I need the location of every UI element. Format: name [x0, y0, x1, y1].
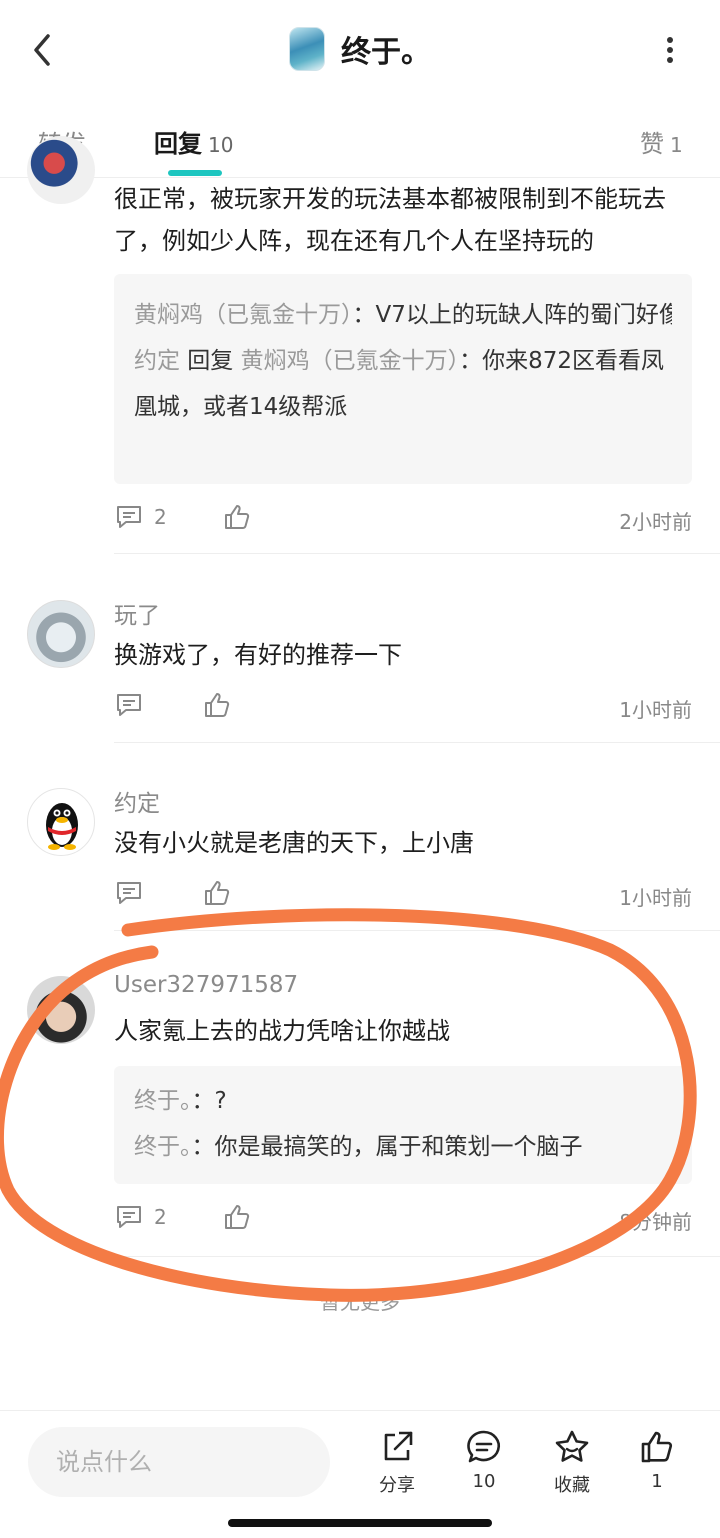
reply-text: ：你是最搞笑的，属于和策划一个脑子 — [191, 1134, 583, 1160]
comment-text: 很正常，被玩家开发的玩法基本都被限制到不能玩去了，例如少人阵，现在还有几个人在坚… — [114, 185, 666, 255]
comment-item: 玩了 换游戏了，有好的推荐一下 1小时前 — [0, 590, 720, 740]
thumbs-up-icon — [205, 693, 230, 717]
reply-button[interactable]: 2 — [114, 502, 167, 532]
reply-count: 2 — [154, 1205, 167, 1229]
comment-time: 2小时前 — [619, 510, 692, 534]
reply-to-label: 回复 — [180, 348, 241, 374]
tab-reply-label: 回复 — [154, 130, 202, 158]
reply-button[interactable]: 2 — [114, 1202, 167, 1232]
comment-actions: 2 2小时前 — [114, 502, 692, 538]
like-button[interactable] — [202, 690, 232, 724]
thumbs-up-icon — [225, 1205, 250, 1229]
no-more-label: 暂无更多 — [320, 1290, 400, 1314]
collect-label: 收藏 — [554, 1475, 590, 1496]
comment-item: 很正常，被玩家开发的玩法基本都被限制到不能玩去了，例如少人阵，现在还有几个人在坚… — [0, 136, 720, 554]
comment-time: 8分钟前 — [619, 1210, 692, 1234]
divider — [114, 742, 720, 743]
comment-username[interactable]: User327971587 — [114, 972, 298, 998]
like-post-button[interactable]: 1 — [622, 1429, 692, 1492]
share-button[interactable]: 分享 — [362, 1429, 432, 1497]
reply-text: ：? — [191, 1088, 227, 1114]
tab-reply[interactable]: 回复 10 — [154, 124, 233, 159]
more-vertical-icon[interactable] — [658, 32, 682, 68]
comment-actions: 1小时前 — [114, 690, 692, 726]
home-indicator[interactable] — [228, 1519, 492, 1527]
comments-button[interactable]: 10 — [449, 1429, 519, 1492]
reply-preview-line: 约定 回复 黄焖鸡（已氪金十万）：你来872区看看凤凰城，或者14级帮派 — [134, 338, 672, 430]
reply-author: 黄焖鸡（已氪金十万） — [134, 302, 353, 328]
comment-item: 约定 没有小火就是老唐的天下，上小唐 1小时前 — [0, 778, 720, 928]
comment-actions: 2 8分钟前 — [114, 1202, 692, 1238]
title-bar: 终于。 — [0, 24, 720, 74]
reply-preview-line: 黄焖鸡（已氪金十万）：V7以上的玩缺人阵的蜀门好像看不到了，毕竟充了钱，不能影响… — [134, 292, 672, 338]
reply-preview-line: 终于。：? — [134, 1078, 672, 1124]
divider — [114, 930, 720, 931]
tab-like-label: 赞 — [640, 130, 664, 158]
tab-reply-count: 10 — [208, 133, 234, 157]
thumbs-up-icon — [205, 881, 230, 905]
comment-icon — [117, 694, 141, 716]
reply-preview-box[interactable]: 终于。：? 终于。：你是最搞笑的，属于和策划一个脑子 — [114, 1066, 692, 1184]
tab-bar: 转发 回复10 赞1 — [0, 100, 720, 178]
top-header: 终于。 — [0, 0, 720, 100]
comment-icon — [117, 882, 141, 904]
avatar[interactable] — [27, 788, 95, 856]
thumbs-up-icon — [225, 505, 250, 529]
collect-button[interactable]: 收藏 — [537, 1429, 607, 1497]
reply-preview-box[interactable]: 黄焖鸡（已氪金十万）：V7以上的玩缺人阵的蜀门好像看不到了，毕竟充了钱，不能影响… — [114, 274, 692, 484]
chat-bubble-icon — [467, 1430, 500, 1463]
comment-time: 1小时前 — [619, 698, 692, 722]
avatar[interactable] — [27, 600, 95, 668]
like-button[interactable] — [222, 1202, 252, 1236]
comment-input[interactable]: 说点什么 — [28, 1427, 330, 1497]
like-button[interactable] — [202, 878, 232, 912]
tab-like[interactable]: 赞1 — [640, 124, 683, 159]
active-tab-indicator — [168, 170, 222, 176]
penguin-icon — [46, 803, 78, 850]
reply-author: 终于。 — [134, 1134, 192, 1160]
reply-text: ：V7以上的玩缺人阵的蜀门好像看不到了，毕竟充了钱，不能影响游戏… — [352, 302, 673, 328]
comment-time: 1小时前 — [619, 886, 692, 910]
reply-button[interactable] — [114, 878, 144, 908]
divider — [114, 1256, 720, 1257]
reply-count: 2 — [154, 505, 167, 529]
comment-item: User327971587 人家氪上去的战力凭啥让你越战 终于。：? 终于。：你… — [0, 966, 720, 1256]
page-title: 终于。 — [341, 35, 431, 70]
comment-text: 没有小火就是老唐的天下，上小唐 — [114, 829, 474, 857]
share-label: 分享 — [379, 1475, 415, 1496]
reply-author: 终于。 — [134, 1088, 192, 1114]
reply-target: 黄焖鸡（已氪金十万） — [240, 348, 460, 374]
reply-author: 约定 — [134, 348, 180, 374]
like-button[interactable] — [222, 502, 252, 536]
reply-preview-line: 终于。：你是最搞笑的，属于和策划一个脑子 — [134, 1124, 672, 1170]
user-avatar[interactable] — [289, 27, 325, 71]
divider — [114, 553, 720, 554]
avatar[interactable] — [27, 976, 95, 1044]
comment-actions: 1小时前 — [114, 878, 692, 914]
like-count: 1 — [651, 1471, 663, 1492]
reply-button[interactable] — [114, 690, 144, 720]
comment-text: 人家氪上去的战力凭啥让你越战 — [114, 1017, 450, 1045]
comment-icon — [117, 1206, 141, 1228]
comment-count: 10 — [472, 1471, 496, 1492]
star-icon — [555, 1430, 589, 1462]
comment-username[interactable]: 约定 — [114, 784, 160, 818]
tab-like-count: 1 — [670, 133, 683, 157]
comment-icon — [117, 506, 141, 528]
thumbs-up-icon — [641, 1431, 673, 1463]
share-icon — [384, 1431, 413, 1461]
comment-username[interactable]: 玩了 — [114, 596, 160, 630]
comment-text: 换游戏了，有好的推荐一下 — [114, 641, 402, 669]
avatar[interactable] — [27, 136, 95, 204]
